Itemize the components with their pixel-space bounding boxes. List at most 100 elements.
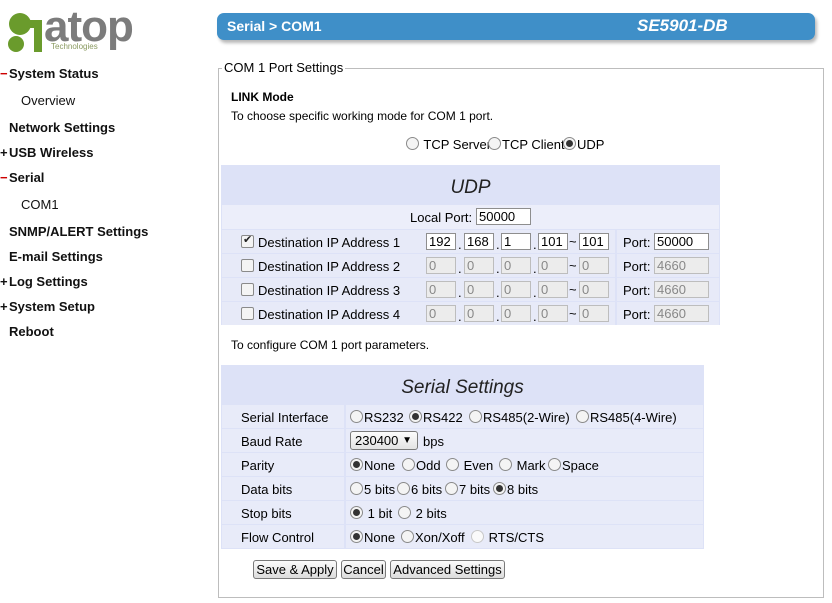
- dot-separator: .: [533, 261, 537, 276]
- interface-radio-rs422[interactable]: RS422: [409, 410, 463, 425]
- destination-3-ip-octet-4[interactable]: [538, 281, 568, 298]
- serial-settings-title: Serial Settings: [401, 377, 524, 398]
- destination-2-ip-octet-4[interactable]: [538, 257, 568, 274]
- destination-1-port-label: Port:: [623, 235, 651, 250]
- header-bar: Serial > COM1 SE5901-DB: [217, 13, 815, 40]
- destination-4-label: Destination IP Address 4: [258, 307, 401, 322]
- interface-radio-rs485-4wire[interactable]: RS485(4-Wire): [576, 410, 677, 425]
- parity-radio-none[interactable]: None: [350, 458, 395, 473]
- destination-4-port-input[interactable]: [654, 305, 709, 322]
- parity-label: Parity: [241, 458, 275, 473]
- sidebar-item-system-status[interactable]: −System Status: [0, 66, 99, 81]
- baud-rate-select[interactable]: 230400 ▼: [350, 431, 418, 450]
- range-separator: ~: [569, 258, 577, 273]
- save-apply-button[interactable]: Save & Apply: [253, 560, 337, 579]
- destination-3-ip-octet-1[interactable]: [426, 281, 456, 298]
- serial-interface-label: Serial Interface: [241, 410, 329, 425]
- parity-radio-odd[interactable]: Odd: [402, 458, 441, 473]
- destination-1-ip-octet-2[interactable]: [464, 233, 494, 250]
- destination-1-ip-octet-1[interactable]: [426, 233, 456, 250]
- interface-radio-rs485-2wire[interactable]: RS485(2-Wire): [469, 410, 570, 425]
- flow-radio-rts-cts[interactable]: RTS/CTS: [471, 530, 544, 545]
- dot-separator: .: [458, 309, 462, 324]
- expand-icon: +: [0, 299, 8, 314]
- databits-radio-5[interactable]: 5 bits: [350, 482, 395, 497]
- destination-3-ip-octet-2[interactable]: [464, 281, 494, 298]
- dot-separator: .: [496, 285, 500, 300]
- destination-1-checkbox[interactable]: [241, 233, 254, 248]
- destination-4-ip-octet-3[interactable]: [501, 305, 531, 322]
- destination-2-label: Destination IP Address 2: [258, 259, 401, 274]
- expand-icon: +: [0, 145, 8, 160]
- advanced-settings-button[interactable]: Advanced Settings: [390, 560, 505, 579]
- destination-3-ip-end[interactable]: [579, 281, 609, 298]
- dot-separator: .: [458, 261, 462, 276]
- mode-radio-tcp-client[interactable]: TCP Client: [488, 137, 565, 152]
- mode-radio-tcp-server[interactable]: TCP Server: [406, 137, 491, 152]
- destination-2-ip-octet-1[interactable]: [426, 257, 456, 274]
- flow-radio-xon-xoff[interactable]: Xon/Xoff: [401, 530, 465, 545]
- flow-control-label: Flow Control: [241, 530, 314, 545]
- sidebar-item-log-settings[interactable]: +Log Settings: [0, 274, 88, 289]
- local-port-label: Local Port:: [410, 210, 473, 225]
- sidebar-item-reboot[interactable]: Reboot: [0, 324, 54, 339]
- sidebar-item-serial[interactable]: −Serial: [0, 170, 44, 185]
- collapse-icon: −: [0, 170, 8, 185]
- destination-4-ip-octet-2[interactable]: [464, 305, 494, 322]
- fieldset-legend: COM 1 Port Settings: [222, 60, 346, 75]
- configure-text: To configure COM 1 port parameters.: [231, 338, 430, 352]
- stop-bits-label: Stop bits: [241, 506, 292, 521]
- mode-radio-udp[interactable]: UDP: [563, 137, 604, 152]
- destination-2-ip-end[interactable]: [579, 257, 609, 274]
- databits-radio-8[interactable]: 8 bits: [493, 482, 538, 497]
- destination-4-ip-end[interactable]: [579, 305, 609, 322]
- destination-2-ip-octet-2[interactable]: [464, 257, 494, 274]
- baud-rate-unit: bps: [423, 434, 444, 449]
- dot-separator: .: [458, 237, 462, 252]
- destination-4-ip-octet-1[interactable]: [426, 305, 456, 322]
- destination-1-ip-octet-3[interactable]: [501, 233, 531, 250]
- sidebar-item-system-setup[interactable]: +System Setup: [0, 299, 95, 314]
- sidebar-item-snmp-alert[interactable]: SNMP/ALERT Settings: [0, 224, 148, 239]
- dot-separator: .: [458, 285, 462, 300]
- databits-radio-7[interactable]: 7 bits: [445, 482, 490, 497]
- local-port-input[interactable]: [476, 208, 531, 225]
- sidebar-item-email-settings[interactable]: E-mail Settings: [0, 249, 103, 264]
- atop-logo-mark-icon: [8, 13, 42, 52]
- flow-radio-none[interactable]: None: [350, 530, 395, 545]
- chevron-down-icon: ▼: [402, 435, 412, 446]
- destination-3-checkbox[interactable]: [241, 283, 254, 296]
- dot-separator: .: [533, 309, 537, 324]
- destination-2-port-label: Port:: [623, 259, 651, 274]
- dot-separator: .: [533, 237, 537, 252]
- parity-radio-mark[interactable]: Mark: [499, 458, 546, 473]
- dot-separator: .: [496, 237, 500, 252]
- destination-2-port-input[interactable]: [654, 257, 709, 274]
- cancel-button[interactable]: Cancel: [341, 560, 386, 579]
- stopbits-radio-2[interactable]: 2 bits: [398, 506, 447, 521]
- destination-2-ip-octet-3[interactable]: [501, 257, 531, 274]
- destination-2-checkbox[interactable]: [241, 259, 254, 272]
- logo-subtitle: Technologies: [51, 42, 98, 51]
- parity-radio-space[interactable]: Space: [548, 458, 599, 473]
- destination-3-port-input[interactable]: [654, 281, 709, 298]
- sidebar-item-overview[interactable]: Overview: [21, 93, 75, 108]
- data-bits-label: Data bits: [241, 482, 293, 497]
- link-mode-title: LINK Mode: [231, 90, 294, 104]
- destination-1-port-input[interactable]: [654, 233, 709, 250]
- sidebar-item-usb-wireless[interactable]: +USB Wireless: [0, 145, 93, 160]
- link-mode-description: To choose specific working mode for COM …: [231, 109, 494, 123]
- sidebar-item-com1[interactable]: COM1: [21, 197, 59, 212]
- sidebar-item-network-settings[interactable]: Network Settings: [0, 120, 115, 135]
- destination-1-ip-octet-4[interactable]: [538, 233, 568, 250]
- destination-4-port-label: Port:: [623, 307, 651, 322]
- breadcrumb: Serial > COM1: [227, 18, 322, 34]
- interface-radio-rs232[interactable]: RS232: [350, 410, 404, 425]
- destination-4-checkbox[interactable]: [241, 307, 254, 320]
- destination-3-ip-octet-3[interactable]: [501, 281, 531, 298]
- parity-radio-even[interactable]: Even: [446, 458, 493, 473]
- databits-radio-6[interactable]: 6 bits: [397, 482, 442, 497]
- destination-4-ip-octet-4[interactable]: [538, 305, 568, 322]
- stopbits-radio-1[interactable]: 1 bit: [350, 506, 392, 521]
- destination-1-ip-end[interactable]: [579, 233, 609, 250]
